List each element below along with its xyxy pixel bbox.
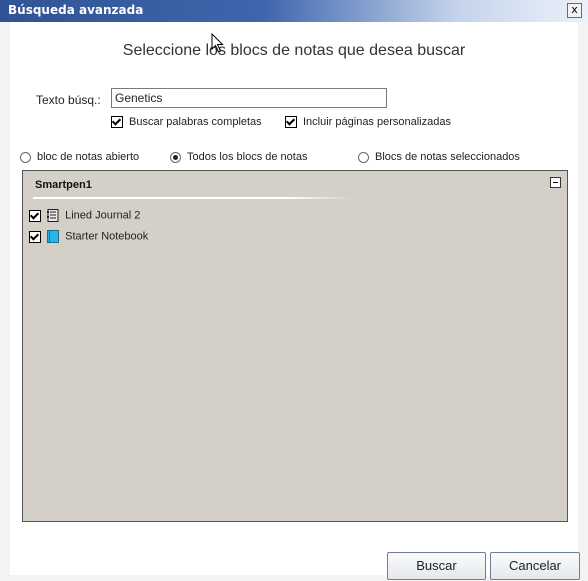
notebook-label: Starter Notebook bbox=[65, 230, 149, 243]
custom-pages-label: Incluir páginas personalizadas bbox=[303, 116, 451, 129]
window-frame-left bbox=[0, 22, 10, 581]
cancel-button[interactable]: Cancelar bbox=[490, 552, 580, 580]
window-frame-right bbox=[578, 22, 588, 581]
title-bar: Búsqueda avanzada x bbox=[0, 0, 588, 22]
search-label: Texto búsq.: bbox=[36, 93, 101, 107]
search-input[interactable] bbox=[111, 88, 387, 108]
notebook-label: Lined Journal 2 bbox=[65, 209, 141, 222]
close-button[interactable]: x bbox=[567, 3, 582, 18]
all-notebooks-radio[interactable] bbox=[170, 151, 181, 163]
starter-notebook-icon bbox=[47, 230, 60, 243]
window-title: Búsqueda avanzada bbox=[8, 3, 144, 17]
group-title: Smartpen1 bbox=[35, 179, 92, 191]
custom-pages-checkbox[interactable] bbox=[285, 116, 297, 129]
notebook-row[interactable]: Starter Notebook bbox=[29, 230, 148, 243]
notebook-row[interactable]: Lined Journal 2 bbox=[29, 209, 140, 222]
dialog-heading: Seleccione los blocs de notas que desea … bbox=[122, 42, 466, 59]
collapse-icon[interactable] bbox=[550, 177, 561, 188]
open-notebook-radio[interactable] bbox=[20, 151, 31, 163]
search-button[interactable]: Buscar bbox=[387, 552, 486, 580]
whole-words-checkbox[interactable] bbox=[111, 116, 123, 129]
whole-words-option[interactable]: Buscar palabras completas bbox=[111, 116, 262, 129]
custom-pages-option[interactable]: Incluir páginas personalizadas bbox=[285, 116, 451, 129]
scope-open-notebook[interactable]: bloc de notas abierto bbox=[20, 151, 139, 163]
scope-selected-notebooks[interactable]: Blocs de notas seleccionados bbox=[358, 151, 520, 163]
lined-journal-icon bbox=[47, 209, 59, 222]
notebook-list-panel: Smartpen1 Lined Journal 2 Starter Notebo… bbox=[22, 170, 568, 522]
selected-notebooks-label: Blocs de notas seleccionados bbox=[375, 151, 520, 164]
notebook-checkbox[interactable] bbox=[29, 230, 41, 243]
scope-all-notebooks[interactable]: Todos los blocs de notas bbox=[170, 151, 307, 163]
whole-words-label: Buscar palabras completas bbox=[129, 116, 262, 129]
notebook-checkbox[interactable] bbox=[29, 209, 41, 222]
selected-notebooks-radio[interactable] bbox=[358, 151, 369, 163]
all-notebooks-label: Todos los blocs de notas bbox=[187, 151, 308, 164]
open-notebook-label: bloc de notas abierto bbox=[37, 151, 140, 164]
mouse-cursor-icon bbox=[211, 33, 224, 53]
group-divider bbox=[33, 197, 353, 199]
